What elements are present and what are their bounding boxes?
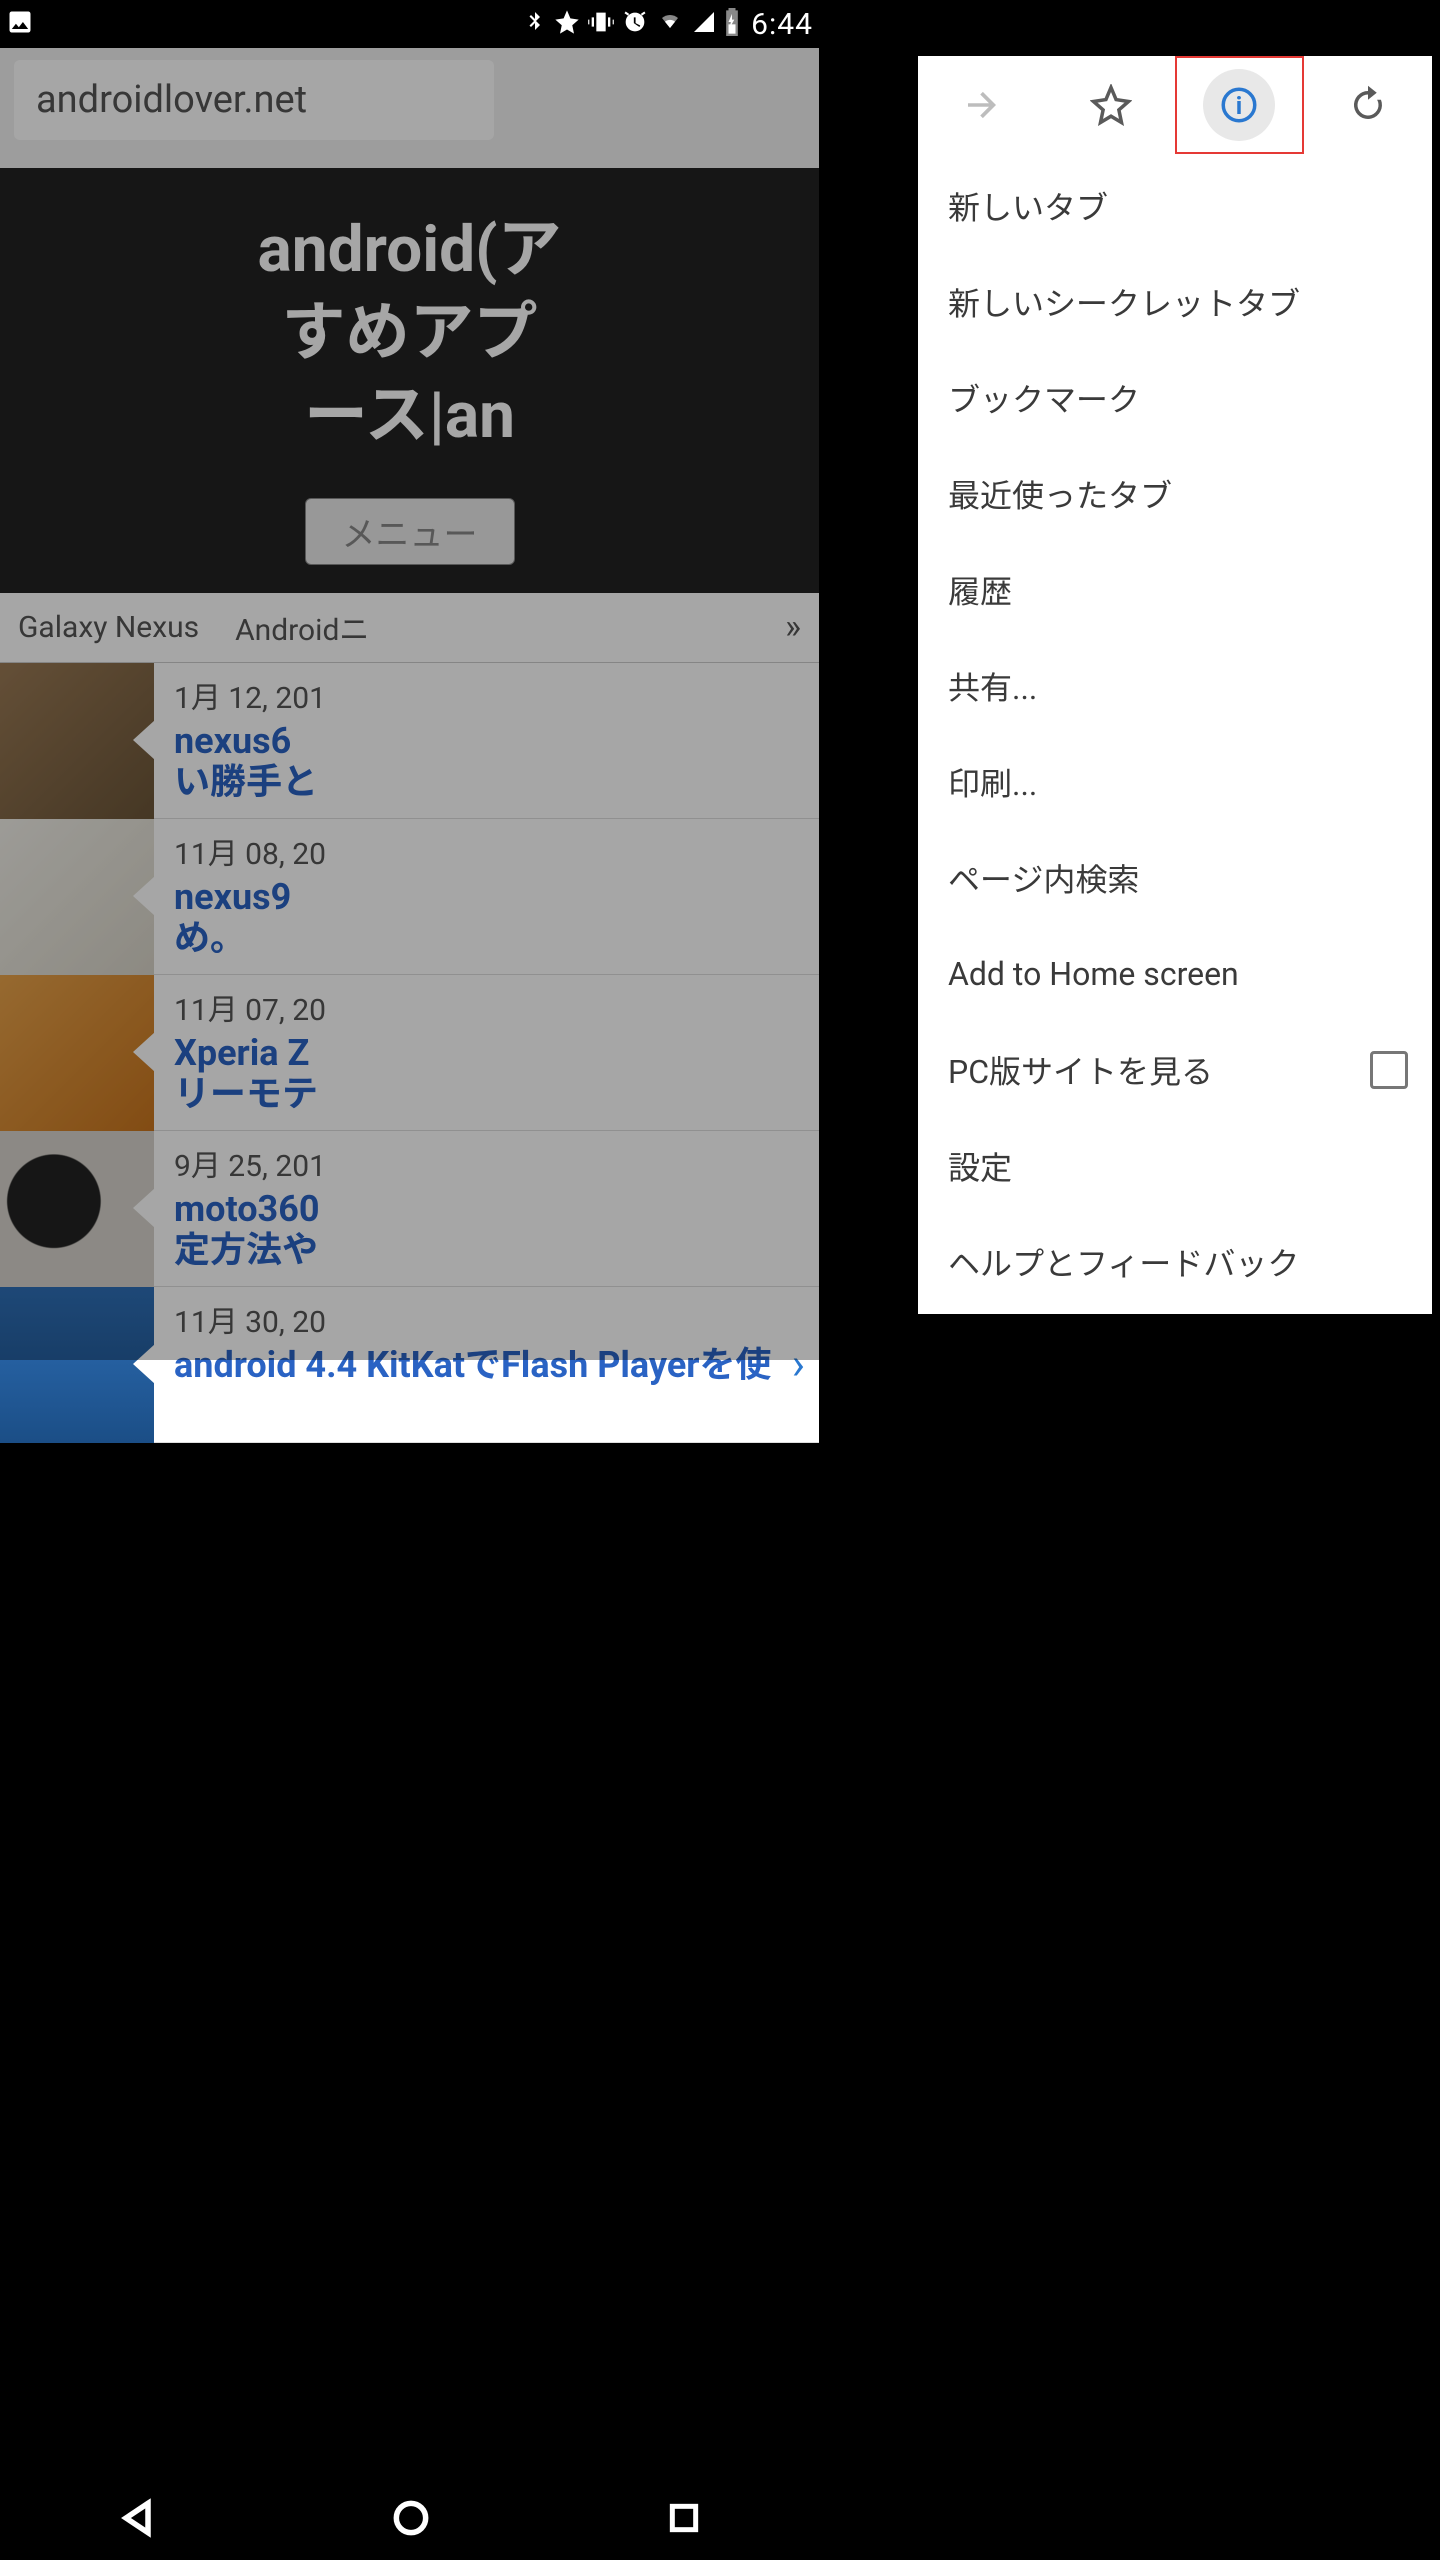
url-text: androidlover.net (36, 78, 307, 122)
image-icon (6, 8, 34, 40)
vibrate-icon (587, 8, 615, 40)
page-info-button[interactable]: i (1175, 56, 1304, 154)
recent-apps-button[interactable] (664, 2498, 704, 2542)
post-thumbnail (0, 663, 154, 819)
bluetooth-icon (523, 8, 547, 40)
back-button[interactable] (115, 2496, 159, 2544)
post-title: moto360 定方法や (174, 1189, 326, 1272)
post-date: 1月 12, 201 (174, 673, 326, 717)
system-navbar (0, 2480, 819, 2560)
post-item[interactable]: 11月 08, 20 nexus9 め。 (0, 819, 819, 975)
arrow-forward-icon (961, 84, 1003, 126)
post-date: 11月 07, 20 (174, 985, 326, 1029)
status-clock: 6:44 (751, 7, 813, 42)
forward-button[interactable] (918, 56, 1047, 154)
tabs-more-icon[interactable]: » (767, 607, 819, 647)
menu-item[interactable]: 履歴 (918, 542, 1432, 638)
post-date: 11月 08, 20 (174, 829, 326, 873)
menu-item-label: 履歴 (948, 567, 1012, 613)
post-item[interactable]: 9月 25, 201 moto360 定方法や (0, 1131, 819, 1287)
star-icon (553, 8, 581, 40)
menu-item-label: 共有... (948, 663, 1037, 709)
site-menu-button[interactable]: メニュー (305, 498, 515, 565)
menu-item-label: ヘルプとフィードバック (948, 1239, 1299, 1285)
star-outline-icon (1090, 84, 1132, 126)
menu-item[interactable]: 新しいシークレットタブ (918, 254, 1432, 350)
post-title: nexus9 め。 (174, 877, 326, 960)
home-button[interactable] (389, 2496, 433, 2544)
status-bar: 6:44 (0, 0, 819, 48)
browser-viewport: androidlover.net android(ア すめアプ ース|an メニ… (0, 48, 819, 1360)
menu-item[interactable]: 共有... (918, 638, 1432, 734)
menu-item[interactable]: ページ内検索 (918, 830, 1432, 926)
menu-item[interactable]: ブックマーク (918, 350, 1432, 446)
menu-item-label: 新しいシークレットタブ (948, 279, 1300, 325)
menu-item-label: 最近使ったタブ (948, 471, 1172, 517)
menu-item[interactable]: 印刷... (918, 734, 1432, 830)
post-thumbnail (0, 975, 154, 1131)
chevron-right-icon: › (792, 1338, 805, 1390)
post-thumbnail (0, 819, 154, 975)
menu-item[interactable]: Add to Home screen (918, 926, 1432, 1022)
tab-galaxy-nexus[interactable]: Galaxy Nexus (0, 610, 217, 645)
overflow-menu: i 新しいタブ新しいシークレットタブブックマーク最近使ったタブ履歴共有... 印刷… (918, 56, 1432, 1314)
menu-item[interactable]: 新しいタブ (918, 158, 1432, 254)
menu-item-label: PC版サイトを見る (948, 1047, 1213, 1093)
menu-item-label: ブックマーク (948, 375, 1140, 421)
post-item[interactable]: 11月 07, 20 Xperia Z リーモテ (0, 975, 819, 1131)
menu-item[interactable]: ヘルプとフィードバック (918, 1214, 1432, 1310)
tab-android-news[interactable]: Androidニ (217, 605, 387, 649)
post-thumbnail (0, 1287, 154, 1443)
post-item[interactable]: 11月 30, 20 android 4.4 KitKatでFlash Play… (0, 1287, 819, 1443)
reload-button[interactable] (1304, 56, 1433, 154)
alarm-icon (621, 8, 649, 40)
post-title: android 4.4 KitKatでFlash Playerを使 (174, 1345, 771, 1386)
menu-item-label: 設定 (948, 1143, 1012, 1189)
category-tabs: Galaxy Nexus Androidニ » (0, 593, 819, 663)
signal-icon (691, 10, 717, 38)
site-title: android(ア すめアプ ース|an (0, 168, 819, 498)
menu-item-label: Add to Home screen (948, 955, 1239, 993)
reload-icon (1347, 84, 1389, 126)
menu-item-label: ページ内検索 (948, 855, 1139, 901)
url-bar[interactable]: androidlover.net (14, 60, 494, 140)
post-title: Xperia Z リーモテ (174, 1033, 326, 1116)
desktop-site-checkbox[interactable] (1370, 1051, 1408, 1089)
battery-icon (723, 8, 741, 40)
wifi-icon (655, 10, 685, 38)
menu-item[interactable]: PC版サイトを見る (918, 1022, 1432, 1118)
post-item[interactable]: 1月 12, 201 nexus6 い勝手と (0, 663, 819, 819)
bookmark-button[interactable] (1047, 56, 1176, 154)
post-title: nexus6 い勝手と (174, 721, 326, 804)
info-icon: i (1218, 84, 1260, 126)
menu-item-label: 印刷... (948, 759, 1037, 805)
menu-item-label: 新しいタブ (948, 183, 1108, 229)
post-date: 11月 30, 20 (174, 1297, 771, 1341)
post-date: 9月 25, 201 (174, 1141, 326, 1185)
menu-item[interactable]: 設定 (918, 1118, 1432, 1214)
menu-item[interactable]: 最近使ったタブ (918, 446, 1432, 542)
post-thumbnail (0, 1131, 154, 1287)
svg-text:i: i (1236, 91, 1242, 120)
